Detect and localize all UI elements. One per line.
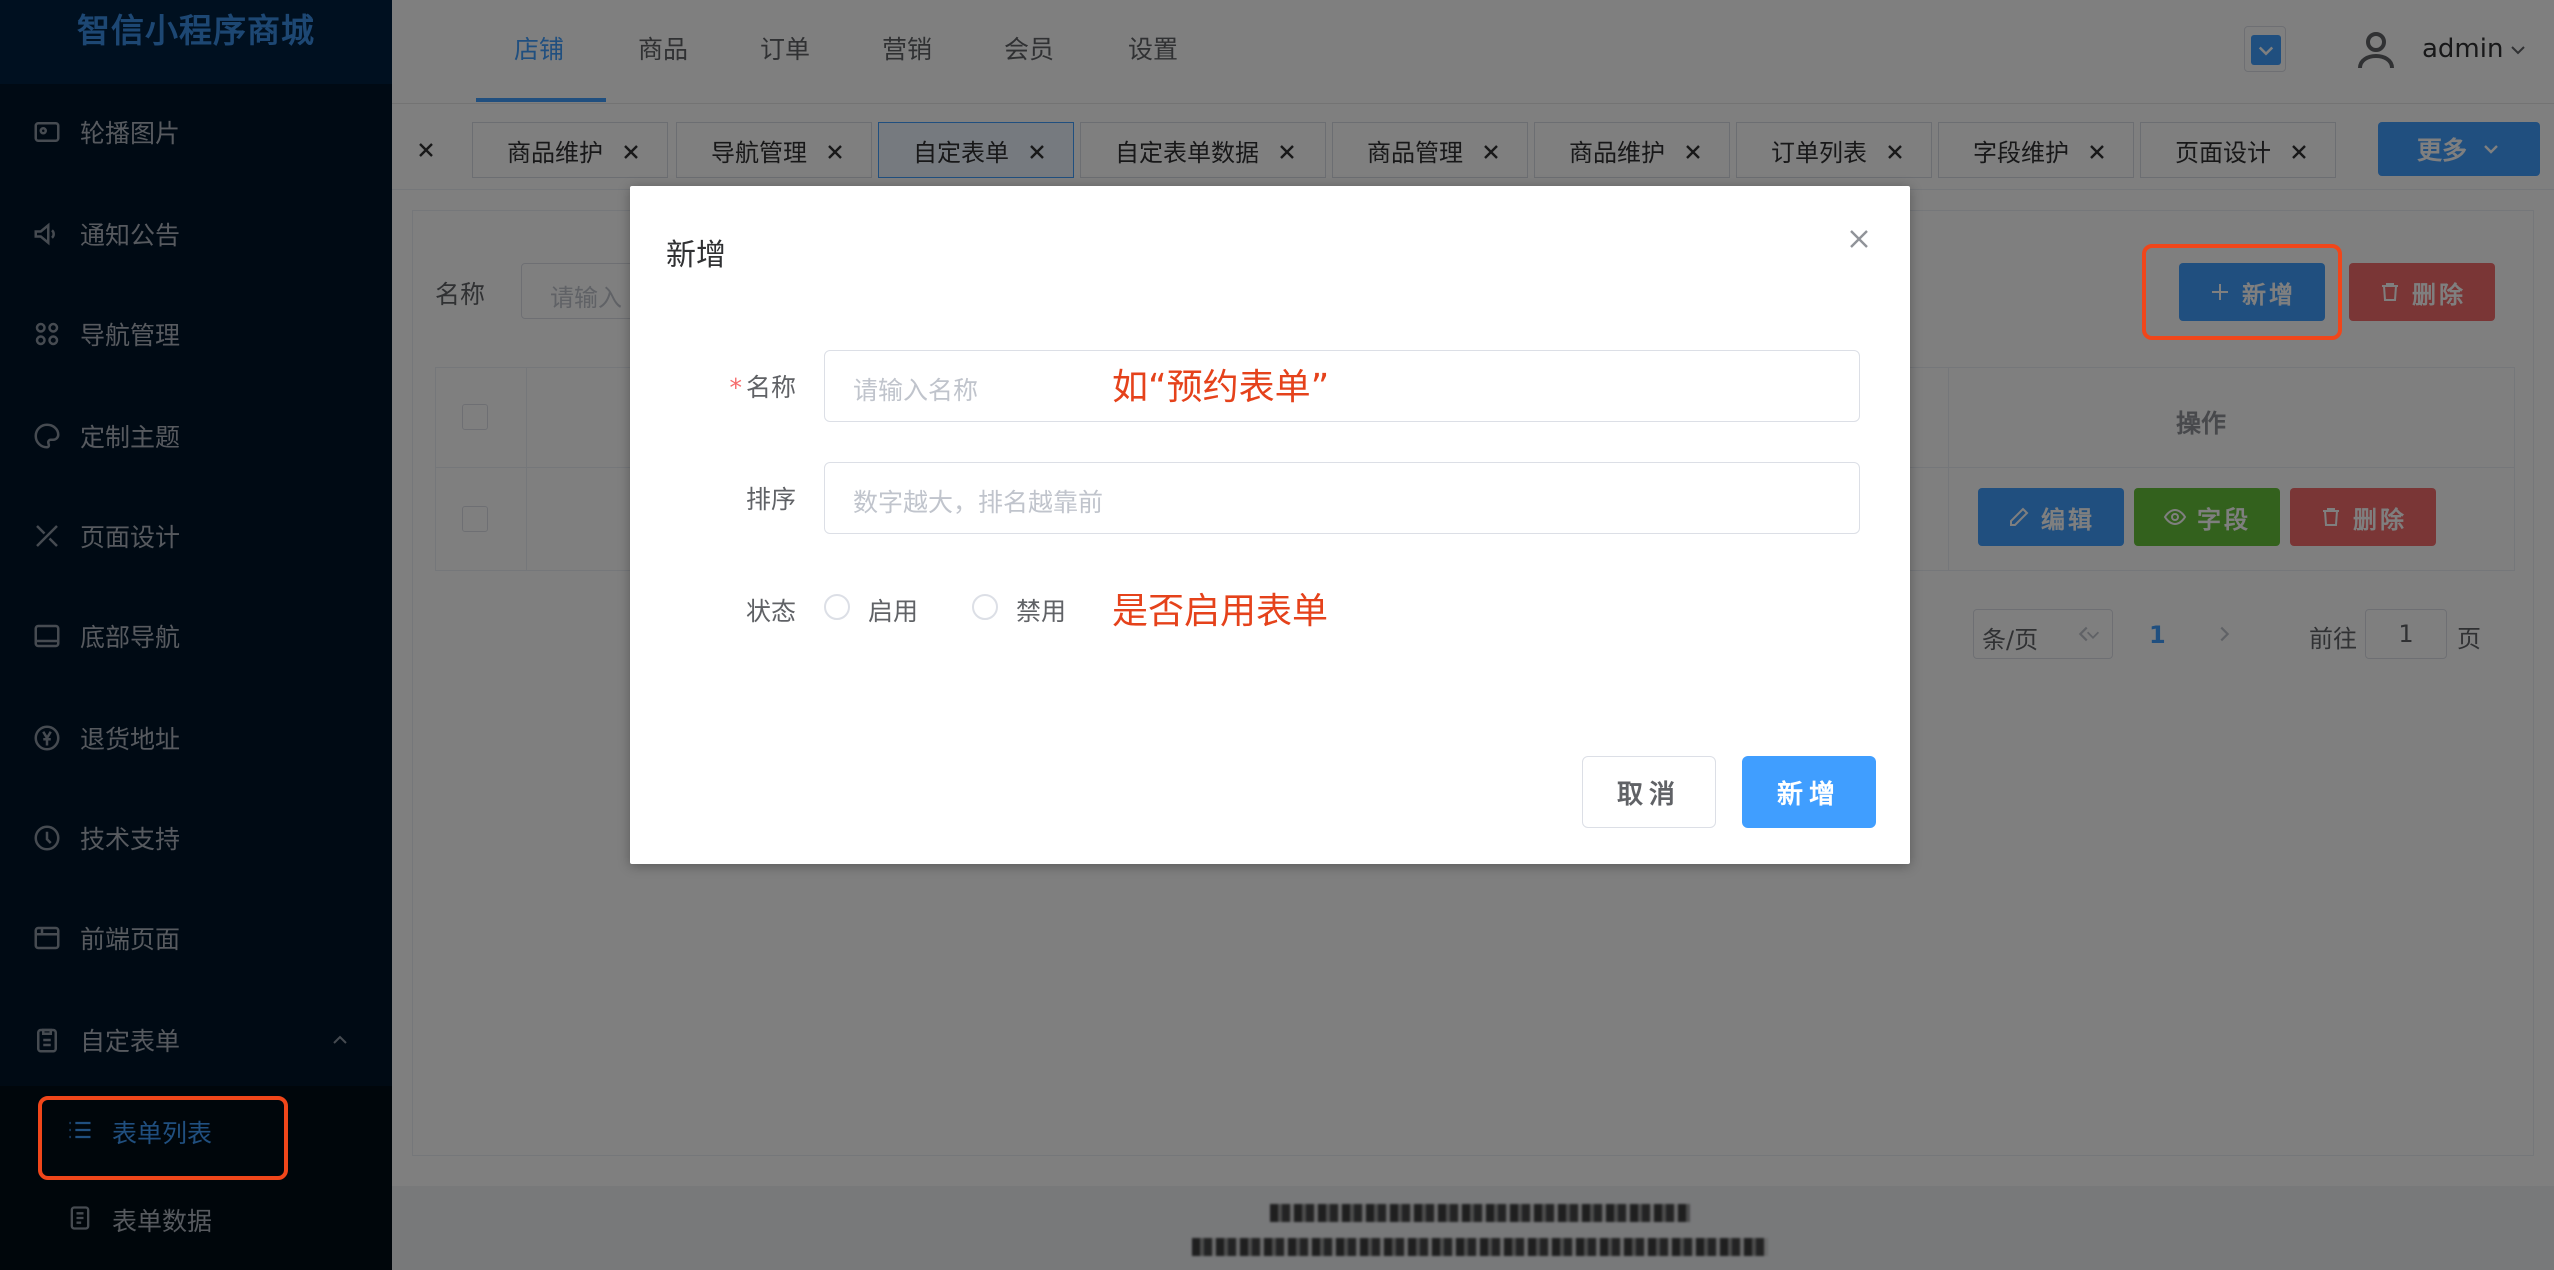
status-disable-label[interactable]: 禁用 [1016, 592, 1066, 628]
status-label: 状态 [745, 597, 796, 626]
status-enable-label[interactable]: 启用 [868, 592, 918, 628]
status-enable-radio[interactable] [824, 594, 850, 620]
name-placeholder: 请输入名称 [853, 376, 979, 405]
confirm-add-button[interactable]: 新增 [1742, 756, 1876, 828]
name-input[interactable]: 请输入名称 [824, 350, 1860, 422]
sort-label: 排序 [745, 485, 796, 514]
close-icon[interactable] [1846, 226, 1876, 256]
status-annotation: 是否启用表单 [1112, 591, 1329, 632]
sort-placeholder: 数字越大，排名越靠前 [853, 488, 1104, 517]
add-dialog: 新增 * 名称 请输入名称 如“预约表单” 排序 数字越大，排名越靠前 状态 启用… [630, 186, 1910, 864]
sort-input[interactable]: 数字越大，排名越靠前 [824, 462, 1860, 534]
status-disable-radio[interactable] [972, 594, 998, 620]
name-annotation: 如“预约表单” [1112, 367, 1330, 408]
name-label-text: 名称 [745, 373, 796, 402]
name-label: * 名称 [729, 373, 796, 402]
cancel-button[interactable]: 取消 [1582, 756, 1716, 828]
dialog-title: 新增 [666, 238, 726, 273]
